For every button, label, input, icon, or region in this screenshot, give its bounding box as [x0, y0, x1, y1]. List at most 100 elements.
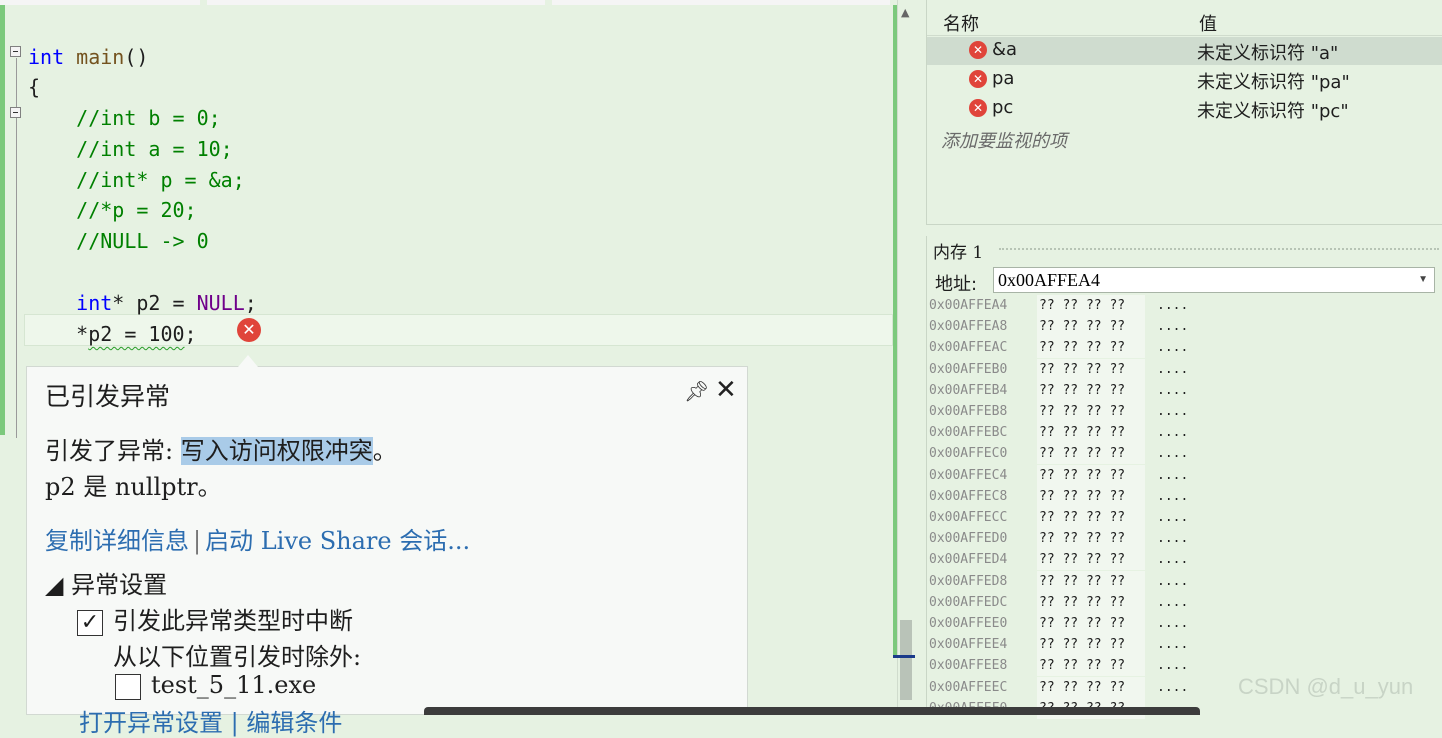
- memory-row[interactable]: 0x00AFFEDC ?? ?? ?? ??....: [927, 591, 1427, 613]
- watch-item-name[interactable]: pa: [992, 68, 1014, 89]
- exception-links: 复制详细信息 | 启动 Live Share 会话...: [45, 521, 470, 556]
- exception-detail: p2 是 nullptr。: [45, 473, 222, 501]
- memory-bytes: ?? ?? ?? ??: [1037, 634, 1145, 656]
- except-when-label: 从以下位置引发时除外:: [113, 643, 362, 671]
- memory-row[interactable]: 0x00AFFEC0 ?? ?? ?? ??....: [927, 443, 1427, 465]
- break-on-exception-row[interactable]: ✓ 引发此异常类型时中断: [77, 601, 353, 636]
- code-token: int: [28, 45, 65, 69]
- code-token: int: [76, 291, 113, 315]
- code-line[interactable]: //int b = 0;: [28, 103, 221, 133]
- code-line[interactable]: {: [28, 72, 40, 102]
- title-grip[interactable]: [999, 248, 1439, 254]
- memory-row[interactable]: 0x00AFFEC4 ?? ?? ?? ??....: [927, 464, 1427, 486]
- memory-address: 0x00AFFED8: [929, 573, 1008, 589]
- memory-address: 0x00AFFEAC: [929, 340, 1008, 356]
- memory-row[interactable]: 0x00AFFED0 ?? ?? ?? ??....: [927, 528, 1427, 550]
- memory-title: 内存 1: [933, 243, 984, 263]
- module-exclusion-checkbox[interactable]: [115, 673, 141, 700]
- memory-address: 0x00AFFED0: [929, 531, 1008, 547]
- watch-row[interactable]: ✕ pa 未定义标识符 "pa": [927, 66, 1442, 94]
- memory-bytes: ?? ?? ?? ??: [1037, 549, 1145, 571]
- memory-bytes: ?? ?? ?? ??: [1037, 337, 1145, 359]
- chevron-down-icon[interactable]: ▼: [1418, 268, 1428, 292]
- address-input[interactable]: 0x00AFFEA4 ▼: [993, 267, 1435, 293]
- watch-item-value: 未定义标识符 "pa": [1197, 72, 1350, 93]
- watch-col-value[interactable]: 值: [1199, 10, 1217, 36]
- memory-row[interactable]: 0x00AFFEB8 ?? ?? ?? ??....: [927, 401, 1427, 422]
- code-line[interactable]: //NULL -> 0: [28, 226, 208, 256]
- watch-add-item[interactable]: 添加要监视的项: [941, 127, 1067, 153]
- memory-ascii: ....: [1157, 510, 1189, 525]
- bottom-overlay-bar: [424, 707, 1200, 715]
- scrollbar-thumb[interactable]: [900, 620, 912, 700]
- watch-row[interactable]: ✕ pc 未定义标识符 "pc": [927, 95, 1442, 123]
- memory-ascii: ....: [1157, 467, 1189, 483]
- memory-row[interactable]: 0x00AFFEBC ?? ?? ?? ??....: [927, 422, 1427, 444]
- scroll-up-icon[interactable]: ▲: [901, 6, 909, 19]
- exception-bottom-links[interactable]: 打开异常设置 | 编辑条件: [79, 703, 342, 738]
- memory-address: 0x00AFFEC0: [929, 446, 1008, 462]
- memory-ascii: ....: [1157, 382, 1189, 398]
- memory-ascii: ....: [1157, 531, 1189, 547]
- code-line[interactable]: *p2 = 100;: [28, 319, 196, 349]
- code-token: {: [28, 75, 41, 99]
- watch-item-name[interactable]: pc: [992, 97, 1013, 118]
- watch-window: 名称 值 ✕ &a 未定义标识符 "a" ✕ pa 未定义标识符 "pa" ✕ pc 未定义标识…: [926, 0, 1442, 225]
- memory-bytes: ?? ?? ?? ??: [1037, 570, 1145, 592]
- memory-address: 0x00AFFEE0: [929, 616, 1008, 631]
- memory-bytes: ?? ?? ?? ??: [1037, 507, 1145, 528]
- error-icon: ✕: [969, 70, 987, 88]
- code-token: ;: [244, 291, 257, 315]
- error-icon[interactable]: ✕: [237, 318, 261, 342]
- memory-bytes: ?? ?? ?? ??: [1037, 591, 1145, 613]
- memory-row[interactable]: 0x00AFFEE4 ?? ?? ?? ??....: [927, 634, 1427, 656]
- address-value: 0x00AFFEA4: [998, 270, 1101, 290]
- memory-row[interactable]: 0x00AFFEE0 ?? ?? ?? ??....: [927, 613, 1427, 634]
- code-line[interactable]: int main(): [28, 42, 148, 72]
- memory-ascii: ....: [1157, 637, 1189, 653]
- change-indicator-bar: [0, 5, 5, 435]
- memory-ascii: ....: [1157, 616, 1189, 631]
- code-line[interactable]: int* p2 = NULL;: [28, 288, 257, 318]
- watch-item-name[interactable]: &a: [992, 39, 1017, 60]
- memory-bytes: ?? ?? ?? ??: [1037, 676, 1145, 698]
- address-label: 地址:: [935, 274, 978, 295]
- copy-details-link[interactable]: 复制详细信息: [45, 527, 189, 555]
- memory-row[interactable]: 0x00AFFEA8 ?? ?? ?? ??....: [927, 316, 1427, 338]
- close-icon[interactable]: ✕: [715, 375, 737, 405]
- code-line[interactable]: //int* p = &a;: [28, 165, 245, 195]
- memory-row[interactable]: 0x00AFFED4 ?? ?? ?? ??....: [927, 549, 1427, 571]
- module-exclusion-row[interactable]: test_5_11.exe: [115, 671, 316, 700]
- code-token: //*p = 20;: [28, 198, 197, 222]
- memory-row[interactable]: 0x00AFFEC8 ?? ?? ?? ??....: [927, 485, 1427, 507]
- collapse-main-toggle[interactable]: [10, 46, 21, 57]
- code-line[interactable]: //int a = 10;: [28, 134, 233, 164]
- exception-settings-toggle[interactable]: ◢ 异常设置: [45, 565, 167, 600]
- watch-row[interactable]: ✕ &a 未定义标识符 "a": [927, 37, 1442, 65]
- memory-row[interactable]: 0x00AFFEA4 ?? ?? ?? ??....: [927, 295, 1427, 316]
- memory-address: 0x00AFFEEC: [929, 679, 1008, 695]
- memory-address: 0x00AFFEA4: [929, 298, 1008, 313]
- exception-message-suffix: 。: [372, 437, 397, 465]
- exception-title: 已引发异常: [45, 382, 171, 411]
- code-line[interactable]: //*p = 20;: [28, 195, 197, 225]
- memory-row[interactable]: 0x00AFFEB0 ?? ?? ?? ??....: [927, 358, 1427, 380]
- live-share-link[interactable]: 启动 Live Share 会话...: [205, 527, 470, 555]
- memory-ascii: ....: [1157, 594, 1189, 610]
- code-token: *: [28, 322, 89, 346]
- pin-icon[interactable]: 📌︎: [684, 379, 709, 403]
- editor-scrollbar[interactable]: ▲: [897, 0, 915, 715]
- memory-row[interactable]: 0x00AFFED8 ?? ?? ?? ??....: [927, 570, 1427, 592]
- caret-position-marker: [893, 655, 915, 658]
- memory-bytes: ?? ?? ?? ??: [1037, 295, 1145, 316]
- collapse-comment-toggle[interactable]: [10, 107, 21, 118]
- exception-helper: 已引发异常 📌︎ ✕ 引发了异常: 写入访问权限冲突。 p2 是 nullptr…: [26, 355, 748, 737]
- watch-col-name[interactable]: 名称: [943, 10, 979, 36]
- memory-address: 0x00AFFECC: [929, 510, 1008, 525]
- break-on-exception-checkbox[interactable]: ✓: [77, 609, 103, 636]
- memory-row[interactable]: 0x00AFFEAC ?? ?? ?? ??....: [927, 337, 1427, 359]
- memory-row[interactable]: 0x00AFFEB4 ?? ?? ?? ??....: [927, 379, 1427, 401]
- memory-row[interactable]: 0x00AFFECC ?? ?? ?? ??....: [927, 507, 1427, 528]
- memory-ascii: ....: [1157, 361, 1189, 377]
